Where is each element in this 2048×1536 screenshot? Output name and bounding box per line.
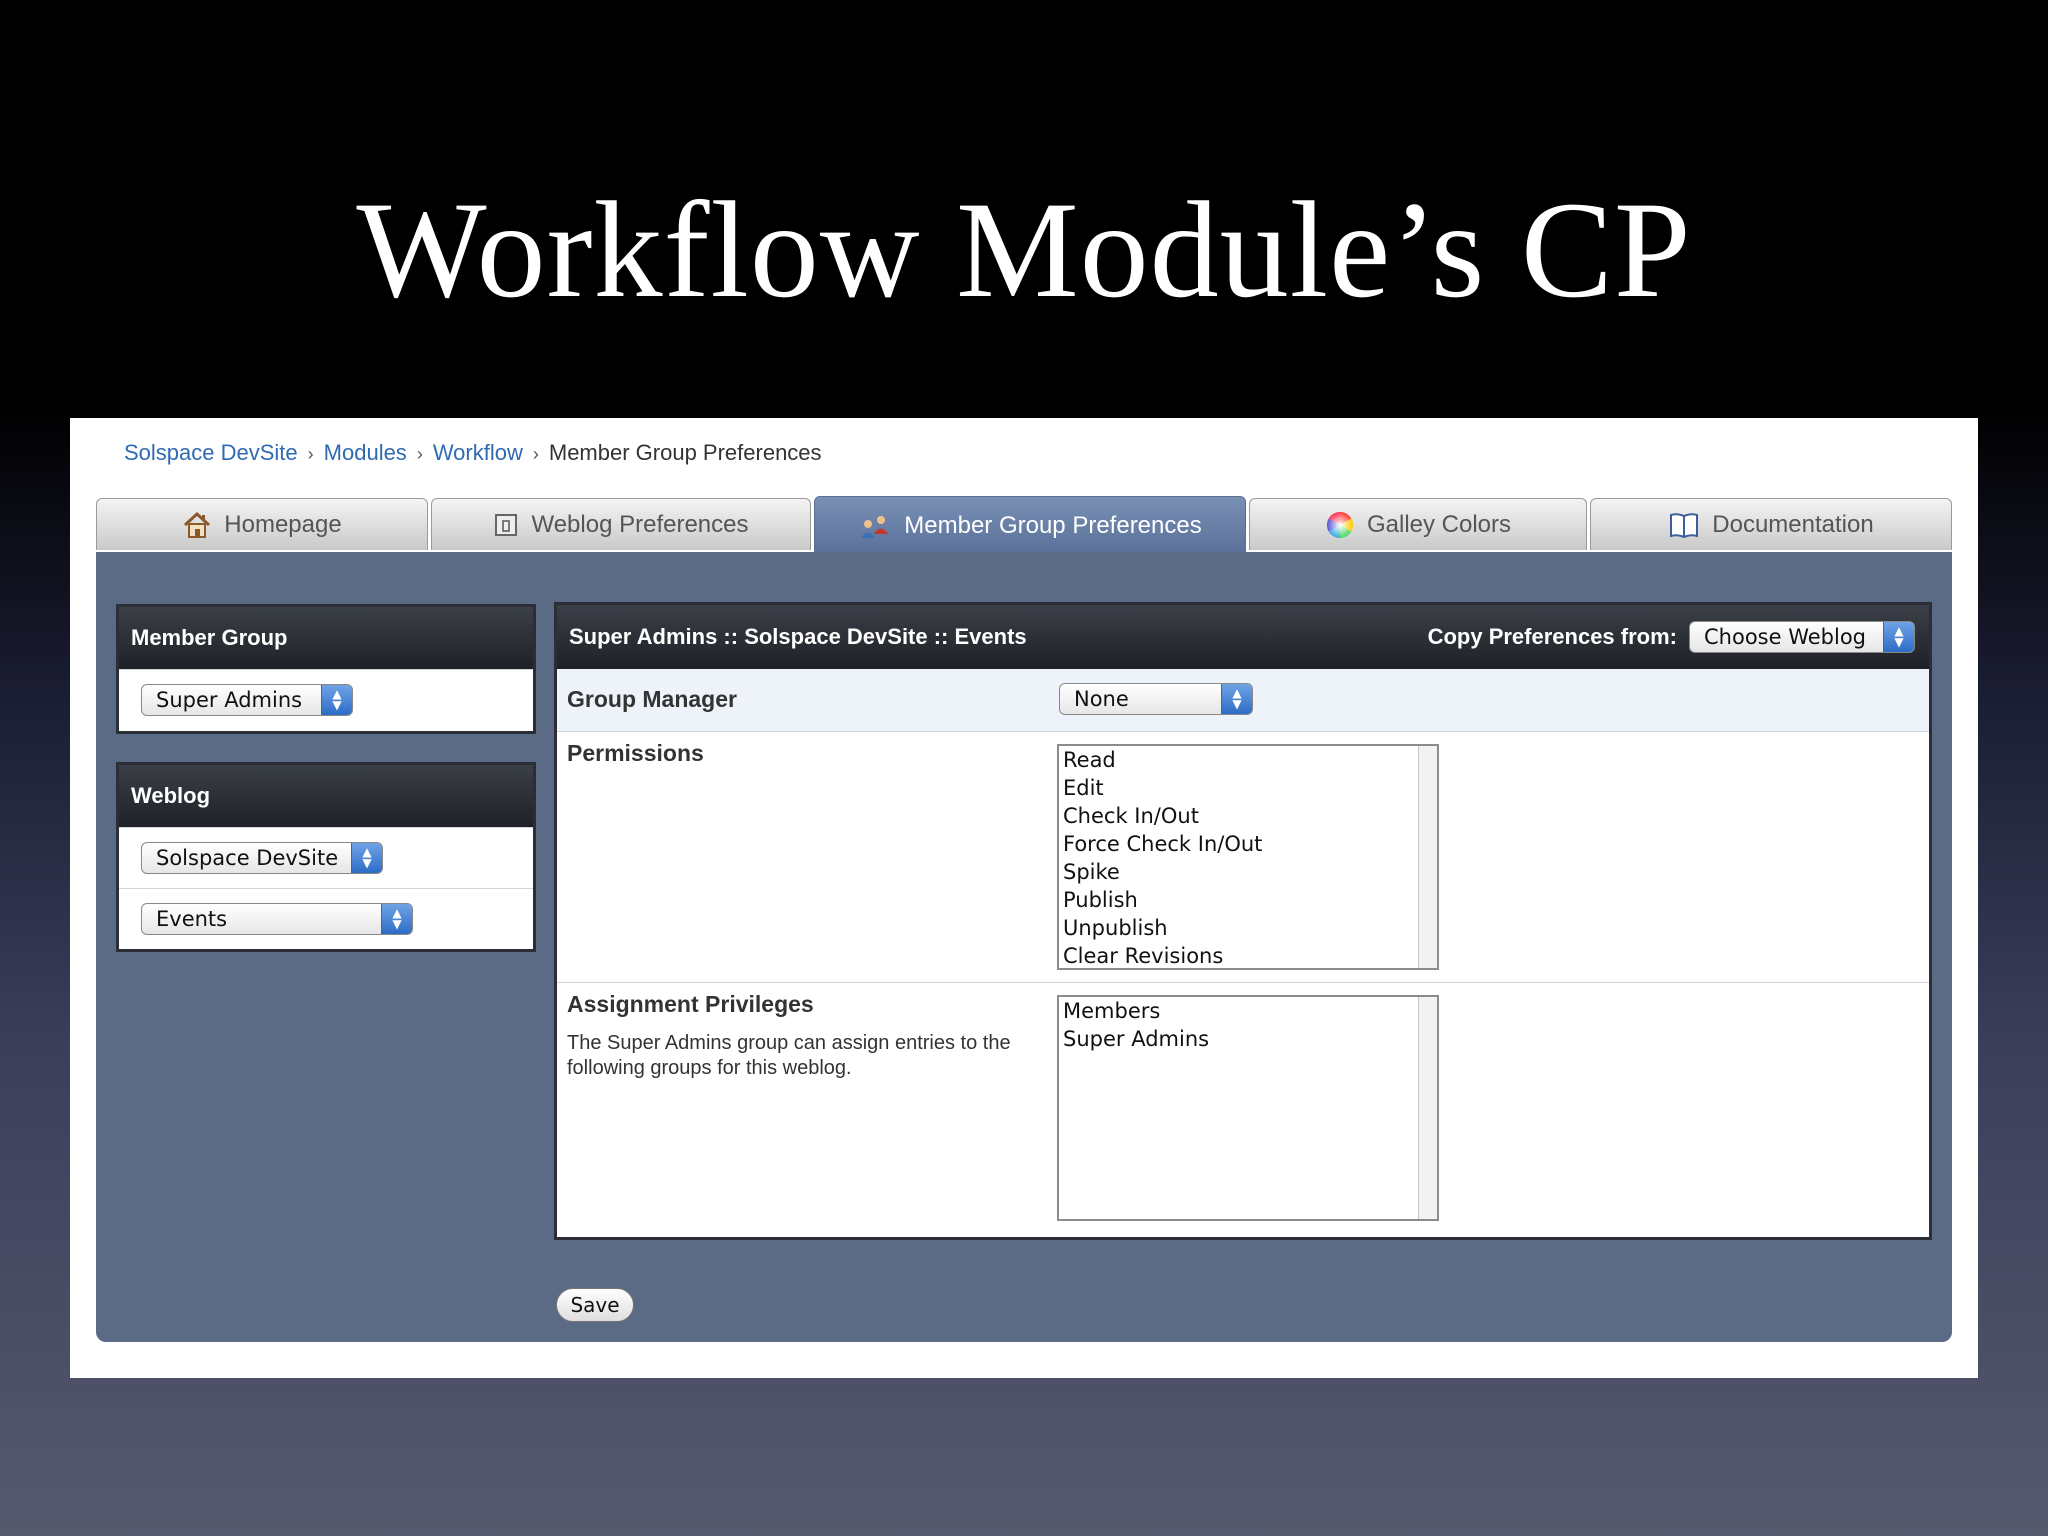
weblog-title: Weblog <box>119 765 533 827</box>
breadcrumb-separator: › <box>532 444 539 464</box>
tab-galley-colors[interactable]: Galley Colors <box>1249 498 1587 550</box>
permission-option[interactable]: Check In/Out <box>1059 802 1437 830</box>
weblog-site-select[interactable]: Solspace DevSite ▲ ▼ <box>141 842 383 874</box>
select-value: Events <box>156 907 228 931</box>
book-icon <box>1668 511 1700 539</box>
tab-weblog-preferences[interactable]: Weblog Preferences <box>431 498 811 550</box>
house-icon <box>182 511 212 539</box>
member-group-title: Member Group <box>119 607 533 669</box>
tab-label: Homepage <box>224 510 342 538</box>
permission-option[interactable]: Unpublish <box>1059 914 1437 942</box>
updown-arrows-icon: ▲ ▼ <box>1883 622 1914 652</box>
group-manager-label: Group Manager <box>567 686 737 712</box>
permission-option[interactable]: Clear Revisions <box>1059 942 1437 968</box>
tab-homepage[interactable]: Homepage <box>96 498 428 550</box>
select-value: Choose Weblog <box>1704 625 1867 649</box>
updown-arrows-icon: ▲ ▼ <box>381 904 412 934</box>
select-value: Super Admins <box>156 688 303 712</box>
tab-member-group-preferences[interactable]: Member Group Preferences <box>814 496 1246 554</box>
color-wheel-icon <box>1325 510 1355 540</box>
copy-preferences: Copy Preferences from: Choose Weblog ▲ ▼ <box>1428 621 1915 653</box>
member-group-row: Super Admins ▲ ▼ <box>119 669 533 730</box>
permission-option[interactable]: Spike <box>1059 858 1437 886</box>
member-group-box: Member Group Super Admins ▲ ▼ <box>116 604 536 734</box>
assignment-listbox[interactable]: Members Super Admins <box>1057 995 1439 1221</box>
weblog-box: Weblog Solspace DevSite ▲ ▼ Events ▲ ▼ <box>116 762 536 952</box>
permissions-header: Super Admins :: Solspace DevSite :: Even… <box>557 605 1929 669</box>
permissions-row: Permissions Read Edit Check In/Out Force… <box>557 732 1929 983</box>
permissions-label: Permissions <box>567 740 704 766</box>
assignment-row: Assignment Privileges The Super Admins g… <box>557 983 1929 1235</box>
weblog-events-row: Events ▲ ▼ <box>119 888 533 949</box>
updown-arrows-icon: ▲ ▼ <box>351 843 382 873</box>
screenshot-frame: Solspace DevSite › Modules › Workflow › Member… <box>70 418 1978 1378</box>
tab-documentation[interactable]: Documentation <box>1590 498 1952 550</box>
breadcrumb-separator: › <box>307 444 314 464</box>
select-value: Solspace DevSite <box>156 846 339 870</box>
permission-option[interactable]: Force Check In/Out <box>1059 830 1437 858</box>
permissions-box: Super Admins :: Solspace DevSite :: Even… <box>554 602 1932 1240</box>
document-icon <box>493 512 519 538</box>
weblog-select[interactable]: Events ▲ ▼ <box>141 903 413 935</box>
assignment-option[interactable]: Members <box>1059 997 1437 1025</box>
assignment-description: The Super Admins group can assign entrie… <box>567 1032 1011 1079</box>
assignment-option[interactable]: Super Admins <box>1059 1025 1437 1053</box>
listbox-scrollbar[interactable] <box>1418 746 1437 968</box>
select-value: None <box>1074 687 1129 711</box>
breadcrumb-link-site[interactable]: Solspace DevSite <box>124 440 298 465</box>
listbox-scrollbar[interactable] <box>1418 997 1437 1219</box>
copy-preferences-label: Copy Preferences from: <box>1427 624 1677 649</box>
breadcrumb: Solspace DevSite › Modules › Workflow › Member… <box>124 440 822 466</box>
breadcrumb-current: Member Group Preferences <box>548 440 822 465</box>
member-group-select[interactable]: Super Admins ▲ ▼ <box>141 684 353 716</box>
tab-label: Documentation <box>1712 510 1874 538</box>
group-manager-select[interactable]: None ▲ ▼ <box>1059 683 1253 715</box>
permissions-listbox[interactable]: Read Edit Check In/Out Force Check In/Ou… <box>1057 744 1439 970</box>
weblog-site-row: Solspace DevSite ▲ ▼ <box>119 827 533 888</box>
updown-arrows-icon: ▲ ▼ <box>1221 684 1252 714</box>
assignment-label: Assignment Privileges <box>567 991 814 1017</box>
breadcrumb-separator: › <box>416 444 423 464</box>
permissions-header-title: Super Admins :: Solspace DevSite :: Even… <box>569 624 1027 649</box>
preferences-panel: Member Group Super Admins ▲ ▼ Weblog Sols… <box>96 552 1952 1342</box>
breadcrumb-link-workflow[interactable]: Workflow <box>433 440 523 465</box>
slide-title: Workflow Module’s CP <box>356 173 1692 326</box>
tab-bar: Homepage Weblog Preferences Member Group… <box>96 496 1952 554</box>
group-manager-row: Group Manager None ▲ ▼ <box>557 669 1929 732</box>
tab-label: Galley Colors <box>1366 510 1512 538</box>
permission-option[interactable]: Publish <box>1059 886 1437 914</box>
tab-label: Member Group Preferences <box>904 511 1202 539</box>
breadcrumb-link-modules[interactable]: Modules <box>324 440 407 465</box>
updown-arrows-icon: ▲ ▼ <box>321 685 352 715</box>
copy-preferences-select[interactable]: Choose Weblog ▲ ▼ <box>1689 621 1915 653</box>
permission-option[interactable]: Edit <box>1059 774 1437 802</box>
permission-option[interactable]: Read <box>1059 746 1437 774</box>
users-icon <box>858 512 892 540</box>
save-button[interactable]: Save <box>556 1288 634 1322</box>
tab-label: Weblog Preferences <box>531 510 749 538</box>
